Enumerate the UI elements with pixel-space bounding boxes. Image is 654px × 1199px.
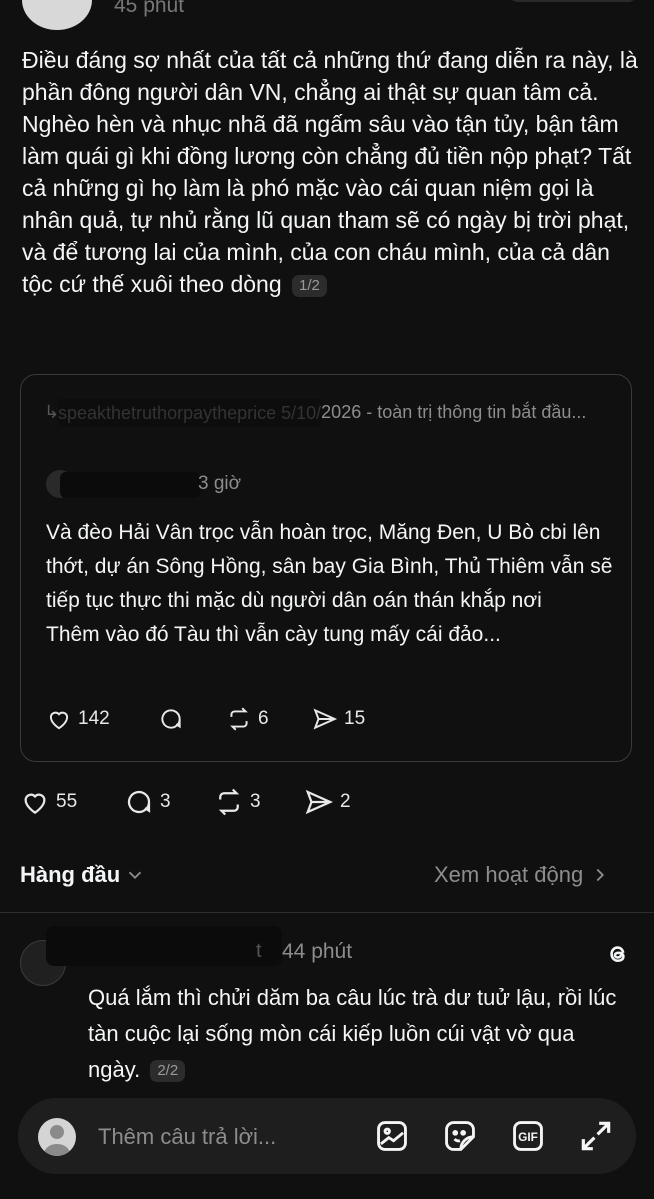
sort-dropdown[interactable]: Hàng đầu: [20, 862, 146, 888]
user-avatar: [38, 1118, 76, 1156]
quoted-author-name-redacted: [60, 472, 200, 498]
view-activity-label: Xem hoạt động: [434, 862, 584, 887]
repost-icon: [230, 707, 248, 731]
like-count: 55: [56, 791, 78, 812]
svg-text:GIF: GIF: [518, 1130, 538, 1144]
quoted-reply-button[interactable]: [158, 706, 190, 732]
quoted-post-line: Thêm vào đó Tàu thì vẫn cày tung mấy cái…: [46, 623, 501, 646]
post-text-content: Điều đáng sợ nhất của tất cả những thứ đ…: [22, 47, 638, 297]
like-button[interactable]: 55: [20, 787, 77, 817]
reply-button[interactable]: 3: [124, 787, 171, 817]
expand-icon[interactable]: [576, 1116, 616, 1156]
image-icon[interactable]: [372, 1116, 412, 1156]
reply-time: 44 phút: [282, 940, 353, 963]
sticker-icon[interactable]: [440, 1116, 480, 1156]
reply-input[interactable]: [96, 1116, 340, 1158]
link-icon: ↳: [44, 402, 60, 422]
repost-count: 3: [250, 791, 261, 812]
share-button[interactable]: 2: [304, 787, 351, 817]
post-text: Điều đáng sợ nhất của tất cả những thứ đ…: [22, 44, 638, 300]
quoted-repost-button[interactable]: 6: [226, 706, 269, 732]
quoted-post-line: Và đèo Hải Vân trọc vẫn hoàn trọc, Măng …: [46, 521, 613, 612]
post-pager: 1/2: [292, 275, 327, 297]
reply-count: 3: [160, 791, 171, 812]
repost-icon: [218, 788, 240, 816]
quoted-share-count: 15: [344, 708, 366, 729]
author-avatar[interactable]: [22, 0, 92, 30]
quoted-post-time: 3 giờ: [198, 473, 242, 494]
quoted-link-text: 2026 - toàn trị thông tin bắt đầu...: [321, 402, 587, 422]
chevron-right-icon: [596, 868, 605, 882]
send-icon: [305, 789, 334, 815]
view-activity-link[interactable]: Xem hoạt động: [434, 862, 611, 888]
quoted-like-button[interactable]: 142: [46, 706, 110, 732]
heart-icon: [49, 711, 69, 730]
user-icon: [43, 1125, 71, 1156]
threads-icon: [604, 940, 632, 973]
reply-pager: 2/2: [150, 1060, 186, 1082]
top-badge: [508, 0, 638, 2]
sort-label: Hàng đầu: [20, 862, 121, 887]
redacted-link: speakthetruthorpaytheprice 5/10/: [58, 399, 322, 428]
quoted-post-body: Và đèo Hải Vân trọc vẫn hoàn trọc, Măng …: [46, 516, 616, 652]
repost-button[interactable]: 3: [214, 787, 261, 817]
heart-icon: [24, 793, 46, 814]
reply-author-name-tail: t: [256, 940, 262, 962]
reply-author-name-redacted: [46, 926, 282, 966]
quoted-repost-count: 6: [258, 708, 269, 729]
gif-icon[interactable]: GIF: [508, 1116, 548, 1156]
comment-icon: [161, 709, 181, 729]
send-icon: [313, 708, 338, 730]
share-count: 2: [340, 791, 351, 812]
post-time: 45 phút: [114, 0, 185, 17]
divider: [0, 912, 654, 913]
comment-icon: [127, 790, 151, 814]
reply-text: Quá lắm thì chửi dăm ba câu lúc trà dư t…: [88, 980, 628, 1088]
chevron-down-icon: [129, 871, 142, 880]
quoted-post-link[interactable]: ↳speakthetruthorpaytheprice 5/10/2026 - …: [44, 398, 614, 428]
quoted-share-button[interactable]: 15: [312, 706, 365, 732]
quoted-like-count: 142: [78, 708, 110, 729]
